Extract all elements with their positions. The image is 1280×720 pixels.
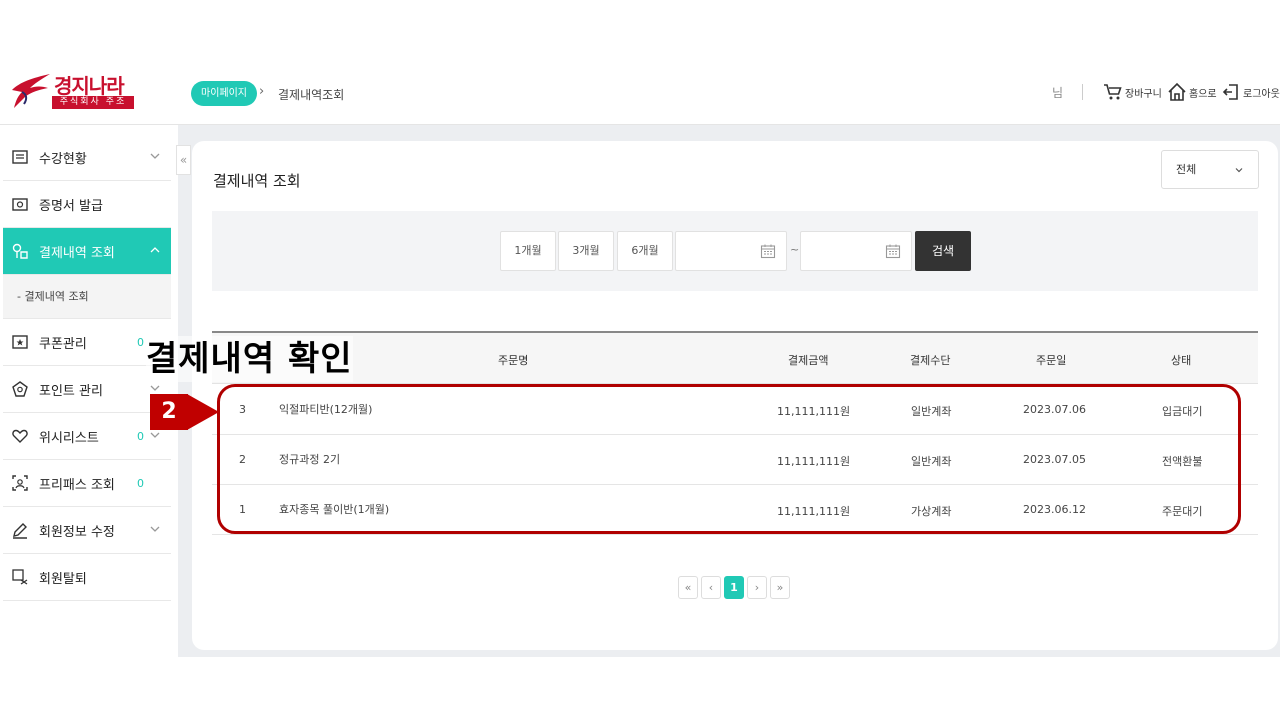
sidebar-item-label: 프리패스 조회 [39,477,115,493]
cart-icon [1104,84,1122,100]
chevron-down-icon [1235,168,1243,173]
breadcrumb-separator: › [259,84,265,99]
heart-icon [11,427,29,445]
sidebar-subitem-payment[interactable]: - 결제내역 조회 [3,275,171,319]
sidebar-item-label: 결제내역 조회 [39,245,115,261]
cart-label: 장바구니 [1125,88,1162,100]
top-header: 경지나라 주식회사 주조 마이페이지 › 결제내역조회 님 장바구니 홈으로 로… [0,62,1280,125]
calendar-icon [885,244,901,259]
column-header-method: 결제수단 [910,354,951,367]
sidebar-item-label: 증명서 발급 [39,198,103,214]
column-header-amount: 결제금액 [788,354,829,367]
user-name: 님 [1052,86,1064,100]
sidebar-item-wishlist[interactable]: 위시리스트 0 [3,413,171,460]
home-label: 홈으로 [1189,88,1217,100]
header-divider [1082,84,1083,100]
pagination-last[interactable]: » [770,576,790,599]
table-header [212,333,1258,384]
point-icon [11,380,29,398]
annotation-label: 결제내역 확인 [146,336,353,382]
period-6month-button[interactable]: 6개월 [617,231,673,271]
payment-icon [11,242,29,260]
page-title: 결제내역 조회 [213,172,301,190]
sidebar-item-certificate[interactable]: 증명서 발급 [3,181,171,228]
logout-label: 로그아웃 [1243,88,1280,100]
search-button[interactable]: 검색 [915,231,971,271]
breadcrumb-mypage[interactable]: 마이페이지 [191,81,257,106]
sidebar-item-label: 회원탈퇴 [39,571,87,587]
column-header-date: 주문일 [1036,354,1067,367]
pagination-prev[interactable]: ‹ [701,576,721,599]
pagination-first[interactable]: « [678,576,698,599]
home-icon [1168,82,1186,101]
start-date-input[interactable] [675,231,787,271]
annotation-highlight-frame [217,384,1241,534]
period-3month-button[interactable]: 3개월 [558,231,614,271]
coupon-count: 0 [137,335,144,349]
sidebar-item-label: 쿠폰관리 [39,336,87,352]
logo-title: 경지나라 [54,74,125,98]
site-logo[interactable]: 경지나라 주식회사 주조 [10,70,140,114]
annotation-step-badge: 2 [150,394,188,430]
pagination-current-page[interactable]: 1 [724,576,744,599]
edit-icon [11,521,29,539]
sidebar-item-label: 포인트 관리 [39,383,103,399]
freepass-count: 0 [137,476,144,490]
bird-logo-icon [12,74,50,108]
sidebar-item-freepass[interactable]: 프리패스 조회 0 [3,460,171,507]
sidebar-item-payment[interactable]: 결제내역 조회 [3,228,171,275]
end-date-input[interactable] [800,231,912,271]
row-divider [212,534,1258,535]
coupon-icon [11,333,29,351]
period-1month-button[interactable]: 1개월 [500,231,556,271]
logout-link[interactable]: 로그아웃 [1221,82,1280,102]
column-header-order-name: 주문명 [498,354,529,367]
status-filter-select[interactable]: 전체 [1161,150,1259,189]
wishlist-count: 0 [137,429,144,443]
logo-subtitle: 주식회사 주조 [52,96,134,109]
chevron-down-icon [150,385,160,391]
withdraw-icon [11,568,29,586]
annotation-arrow-icon [187,394,219,430]
column-header-status: 상태 [1171,354,1192,367]
calendar-icon [760,244,776,259]
logout-icon [1222,84,1238,100]
chevron-down-icon [150,153,160,159]
home-link[interactable]: 홈으로 [1167,82,1217,102]
sidebar-item-label: 수강현황 [39,151,87,167]
certificate-icon [11,195,29,213]
date-range-separator: ~ [790,243,800,256]
chevron-down-icon [150,432,160,438]
status-filter-value: 전체 [1176,163,1197,176]
chevron-down-icon [150,526,160,532]
breadcrumb-current: 결제내역조회 [278,88,345,102]
sidebar-collapse-button[interactable]: « [176,145,191,175]
sidebar: 수강현황 증명서 발급 결제내역 조회 - 결제내역 조회 쿠폰관리 0 포인트… [0,125,178,657]
sidebar-item-edit-profile[interactable]: 회원정보 수정 [3,507,171,554]
chevron-up-icon [150,247,160,253]
freepass-icon [11,474,29,492]
cart-link[interactable]: 장바구니 [1103,82,1162,102]
pagination-next[interactable]: › [747,576,767,599]
sidebar-item-withdraw[interactable]: 회원탈퇴 [3,554,171,601]
sidebar-item-label: 회원정보 수정 [39,524,115,540]
sidebar-item-course[interactable]: 수강현황 [3,134,171,181]
sidebar-item-label: 위시리스트 [39,430,99,446]
course-icon [11,148,29,166]
